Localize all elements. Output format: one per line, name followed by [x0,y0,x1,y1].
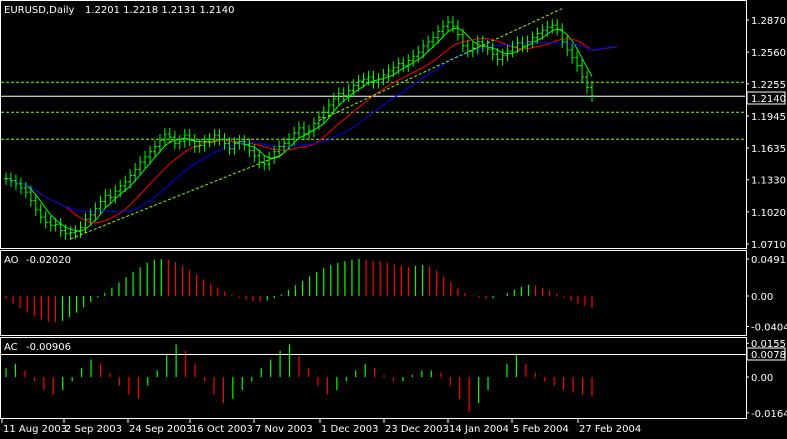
axis-tick-label: -0.0404 [751,323,787,334]
ac-indicator-name: AC [4,342,18,353]
axis-tick-label: -0.0164 [751,409,787,420]
ao-axis: 0.0491 0.00 -0.0404 [746,255,787,334]
price-tick-label: 1.0710 [751,240,786,251]
axis-tick-label: 0.00 [751,373,773,384]
axis-tick-label: 0.00 [751,292,773,303]
ac-indicator-value: -0.00906 [26,342,71,353]
price-tick-label: 1.1020 [751,208,786,219]
time-tick-label: 16 Oct 2003 [191,424,253,435]
current-price-label: 1.2140 [751,94,786,105]
chart-canvas: EURUSD,Daily 1.2201 1.2218 1.2131 1.2140… [0,0,787,435]
time-tick-label: 23 Dec 2003 [385,424,449,435]
time-tick-label: 1 Dec 2003 [321,424,379,435]
price-tick-label: 1.2255 [751,80,786,91]
price-axis: 1.2870 1.2560 1.2255 1.1945 1.1635 1.1330 1.10… [746,16,786,251]
chart-window: EURUSD,Daily 1.2201 1.2218 1.2131 1.2140… [0,0,787,435]
ao-indicator-name: AO [4,255,19,266]
price-tick-label: 1.1945 [751,112,786,123]
price-tick-label: 1.2870 [751,16,786,27]
time-axis: 11 Aug 20032 Sep 2003 24 Sep 200316 Oct 2… [1,419,641,435]
time-tick-label: 5 Feb 2004 [513,424,569,435]
ao-indicator-value: -0.02020 [26,255,71,266]
axis-tick-label: 0.0491 [751,255,786,266]
price-tick-label: 1.1635 [751,144,786,155]
time-tick-label: 2 Sep 2003 [65,424,122,435]
time-tick-label: 11 Aug 2003 [3,424,67,435]
ohlc-values: 1.2201 1.2218 1.2131 1.2140 [85,5,235,16]
ac-marker-label: 0.0078 [751,350,786,361]
symbol-label: EURUSD,Daily [4,5,75,16]
price-tick-label: 1.1330 [751,176,786,187]
time-tick-label: 27 Feb 2004 [579,424,641,435]
time-tick-label: 7 Nov 2003 [255,424,313,435]
time-tick-label: 14 Jan 2004 [449,424,509,435]
time-tick-label: 24 Sep 2003 [129,424,192,435]
price-tick-label: 1.2560 [751,48,786,59]
ac-pane-frame [0,337,747,419]
